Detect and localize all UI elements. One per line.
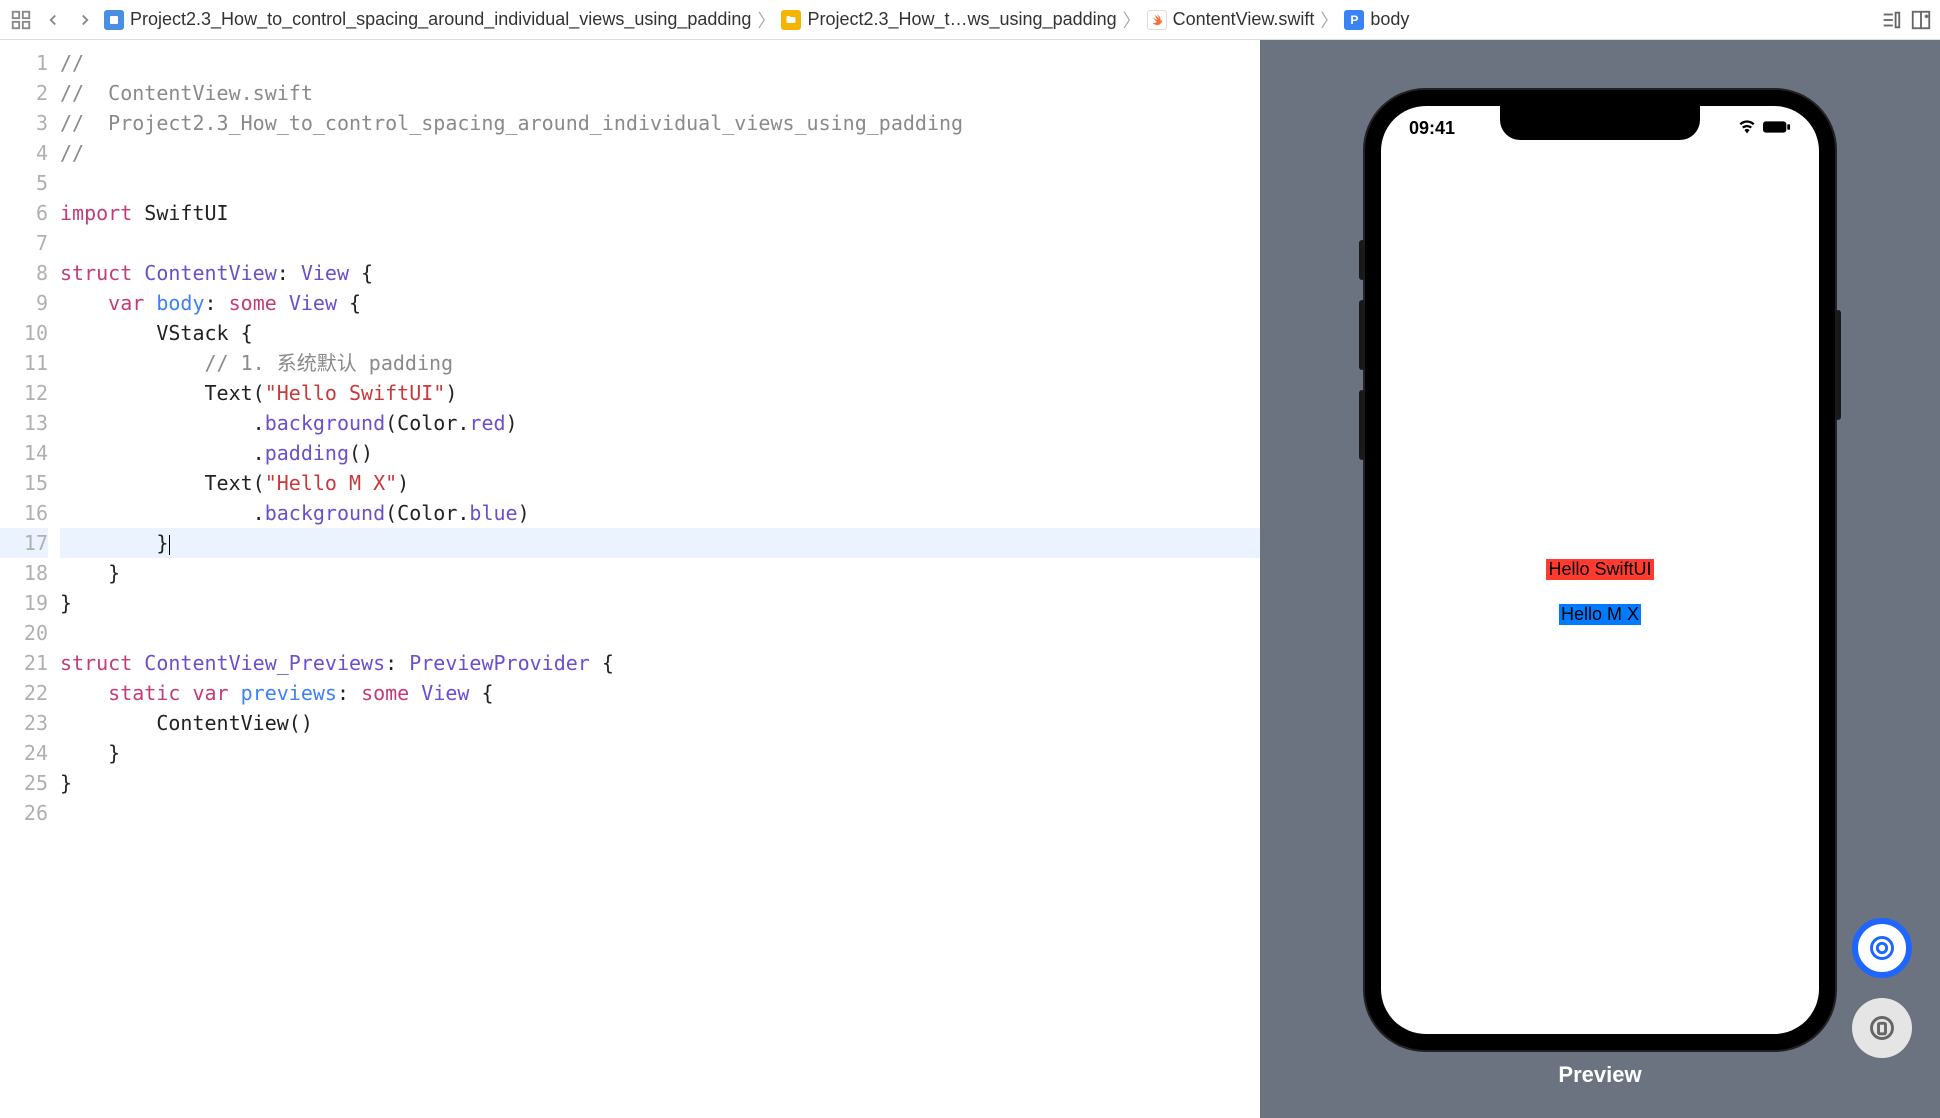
phone-volume-up [1359, 300, 1365, 370]
line-number: 3 [0, 108, 48, 138]
code-line[interactable]: } [60, 738, 1260, 768]
phone-mute-switch [1359, 240, 1365, 280]
line-number: 23 [0, 708, 48, 738]
line-number: 22 [0, 678, 48, 708]
code-line[interactable]: ContentView() [60, 708, 1260, 738]
code-line[interactable]: import SwiftUI [60, 198, 1260, 228]
swift-file-icon [1147, 10, 1167, 30]
preview-label: Preview [1558, 1062, 1641, 1088]
preview-text-2: Hello M X [1559, 604, 1641, 625]
code-line[interactable] [60, 798, 1260, 828]
related-items-button[interactable] [8, 7, 34, 33]
code-line[interactable] [60, 228, 1260, 258]
minimap-toggle-button[interactable] [1880, 9, 1902, 31]
line-number: 21 [0, 648, 48, 678]
folder-icon [781, 10, 801, 30]
text-cursor [169, 535, 170, 555]
line-number: 26 [0, 798, 48, 828]
code-line[interactable]: .padding() [60, 438, 1260, 468]
code-line[interactable]: // 1. 系统默认 padding [60, 348, 1260, 378]
project-icon [104, 10, 124, 30]
line-number: 2 [0, 78, 48, 108]
phone-power-button [1835, 310, 1841, 420]
code-line[interactable] [60, 168, 1260, 198]
add-editor-button[interactable] [1910, 9, 1932, 31]
toolbar-right [1880, 9, 1932, 31]
line-number: 24 [0, 738, 48, 768]
code-line[interactable]: } [60, 588, 1260, 618]
code-line[interactable]: } [60, 768, 1260, 798]
line-number: 10 [0, 318, 48, 348]
line-number: 19 [0, 588, 48, 618]
line-number: 17 [0, 528, 48, 558]
line-number: 20 [0, 618, 48, 648]
status-time: 09:41 [1409, 118, 1455, 139]
nav-back-button[interactable] [40, 7, 66, 33]
code-line[interactable]: // [60, 138, 1260, 168]
code-editor[interactable]: 1234567891011121314151617181920212223242… [0, 40, 1260, 1118]
battery-icon [1763, 118, 1791, 139]
line-number: 11 [0, 348, 48, 378]
line-number: 8 [0, 258, 48, 288]
code-content[interactable]: //// ContentView.swift// Project2.3_How_… [60, 40, 1260, 1118]
code-line[interactable] [60, 618, 1260, 648]
code-line[interactable]: struct ContentView_Previews: PreviewProv… [60, 648, 1260, 678]
main-area: 1234567891011121314151617181920212223242… [0, 40, 1940, 1118]
line-number: 4 [0, 138, 48, 168]
code-line[interactable]: // Project2.3_How_to_control_spacing_aro… [60, 108, 1260, 138]
preview-text-1: Hello SwiftUI [1546, 559, 1653, 580]
breadcrumb-project[interactable]: Project2.3_How_to_control_spacing_around… [130, 9, 751, 30]
breadcrumb-separator: 〉 [757, 7, 775, 33]
phone-notch [1500, 106, 1700, 140]
line-number: 14 [0, 438, 48, 468]
breadcrumb-folder[interactable]: Project2.3_How_t…ws_using_padding [807, 9, 1116, 30]
toolbar: Project2.3_How_to_control_spacing_around… [0, 0, 1940, 40]
code-line[interactable]: static var previews: some View { [60, 678, 1260, 708]
line-number: 7 [0, 228, 48, 258]
preview-pane: 09:41 Hello SwiftUI Hello M X Pre [1260, 40, 1940, 1118]
code-line[interactable]: Text("Hello SwiftUI") [60, 378, 1260, 408]
wifi-icon [1737, 118, 1757, 139]
code-line[interactable]: // [60, 48, 1260, 78]
line-number: 15 [0, 468, 48, 498]
property-icon: P [1344, 10, 1364, 30]
line-number: 18 [0, 558, 48, 588]
live-preview-button[interactable] [1852, 918, 1912, 978]
line-number: 5 [0, 168, 48, 198]
line-number: 6 [0, 198, 48, 228]
code-line[interactable]: VStack { [60, 318, 1260, 348]
phone-volume-down [1359, 390, 1365, 460]
line-number: 1 [0, 48, 48, 78]
code-line[interactable]: } [60, 528, 1260, 558]
preview-on-device-button[interactable] [1852, 998, 1912, 1058]
breadcrumb-file[interactable]: ContentView.swift [1173, 9, 1315, 30]
line-number: 9 [0, 288, 48, 318]
phone-screen: 09:41 Hello SwiftUI Hello M X [1381, 106, 1819, 1034]
code-line[interactable]: var body: some View { [60, 288, 1260, 318]
line-number: 16 [0, 498, 48, 528]
breadcrumb-separator: 〉 [1123, 7, 1141, 33]
line-number: 12 [0, 378, 48, 408]
code-line[interactable]: .background(Color.blue) [60, 498, 1260, 528]
code-line[interactable]: // ContentView.swift [60, 78, 1260, 108]
line-number: 25 [0, 768, 48, 798]
code-line[interactable]: .background(Color.red) [60, 408, 1260, 438]
line-number-gutter: 1234567891011121314151617181920212223242… [0, 40, 60, 1118]
nav-forward-button[interactable] [72, 7, 98, 33]
line-number: 13 [0, 408, 48, 438]
breadcrumb-symbol[interactable]: body [1370, 9, 1409, 30]
phone-frame: 09:41 Hello SwiftUI Hello M X [1365, 90, 1835, 1050]
phone-content: Hello SwiftUI Hello M X [1381, 150, 1819, 1034]
code-line[interactable]: } [60, 558, 1260, 588]
code-line[interactable]: Text("Hello M X") [60, 468, 1260, 498]
breadcrumb-separator: 〉 [1320, 7, 1338, 33]
code-line[interactable]: struct ContentView: View { [60, 258, 1260, 288]
breadcrumb: Project2.3_How_to_control_spacing_around… [104, 7, 1874, 33]
